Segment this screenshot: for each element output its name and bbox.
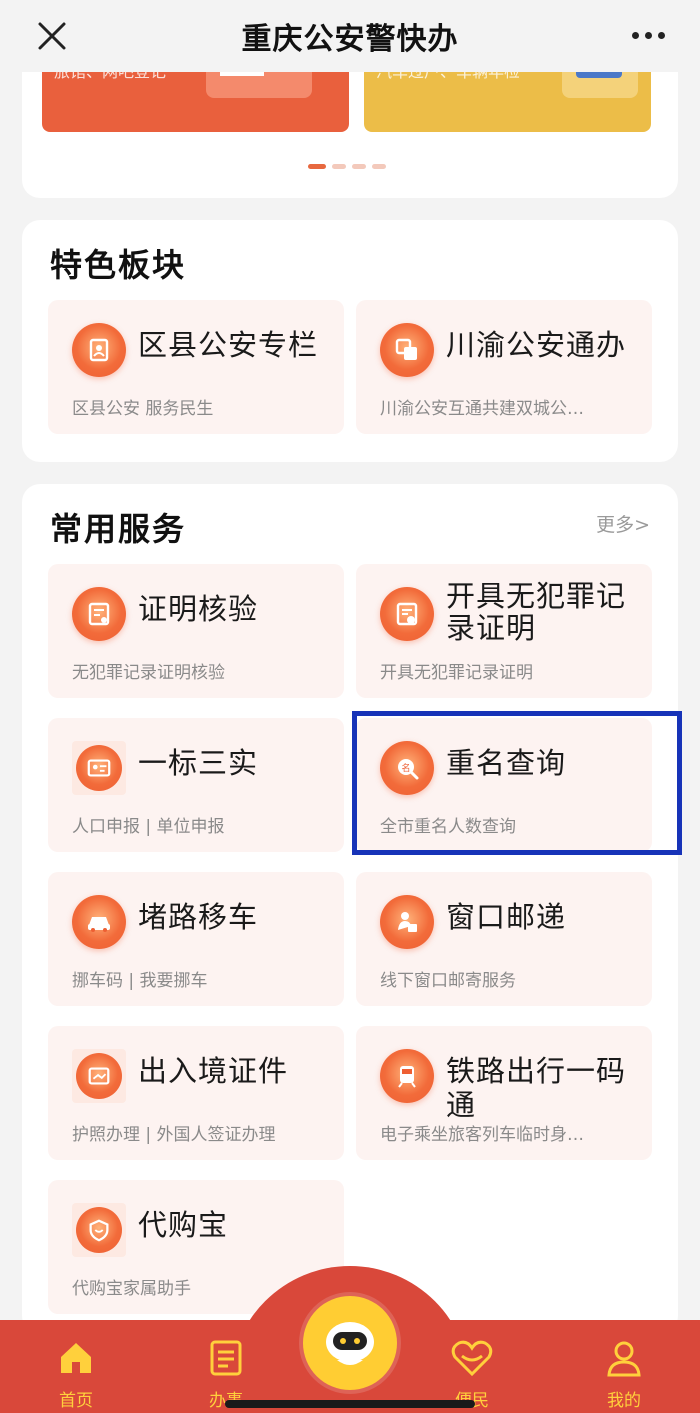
tab-label: 我的	[607, 1391, 641, 1411]
page-title: 重庆公安警快办	[241, 22, 459, 57]
more-dot-icon	[657, 31, 665, 39]
tile-no-crime-record[interactable]: 开具无犯罪记录证明 开具无犯罪记录证明	[356, 564, 652, 698]
featured-section: 特色板块 区县公安专栏 区县公安 服务民生 川渝公安通办 川渝公安互通共建双城公…	[22, 220, 678, 462]
car-icon	[72, 895, 126, 949]
tile-desc: 线下窗口邮寄服务	[380, 971, 516, 991]
more-dot-icon	[644, 31, 652, 39]
record-document-icon	[380, 587, 434, 641]
tile-desc: 开具无犯罪记录证明	[380, 663, 533, 683]
carousel-indicator	[308, 164, 386, 169]
tile-desc: 全市重名人数查询	[380, 817, 516, 837]
tile-name: 重名查询	[446, 746, 567, 780]
home-icon	[61, 1343, 91, 1373]
robot-icon	[326, 1322, 374, 1365]
tile-window-mail[interactable]: 窗口邮递 线下窗口邮寄服务	[356, 872, 652, 1006]
tile-name: 区县公安专栏	[138, 328, 319, 362]
name-search-icon: 名	[380, 741, 434, 795]
overlap-squares-icon	[380, 323, 434, 377]
train-icon	[380, 1049, 434, 1103]
tile-desc: 川渝公安互通共建双城公…	[380, 399, 584, 419]
tile-one-standard-three-real[interactable]: 一标三实 人口申报 | 单位申报	[48, 718, 344, 852]
tile-desc: 无犯罪记录证明核验	[72, 663, 225, 683]
tab-mine[interactable]: 我的	[584, 1338, 664, 1413]
id-card-icon	[72, 741, 126, 795]
tile-name: 川渝公安通办	[446, 328, 627, 362]
tile-name: 开具无犯罪记录证明	[446, 579, 627, 645]
tile-name: 出入境证件	[138, 1054, 289, 1088]
tile-desc: 人口申报 | 单位申报	[72, 817, 225, 837]
common-title: 常用服务	[50, 510, 187, 548]
user-icon	[607, 1341, 641, 1377]
carousel-dot	[352, 164, 366, 169]
smile-shield-icon	[72, 1203, 126, 1257]
more-link[interactable]: 更多>	[596, 510, 650, 537]
tile-name: 代购宝	[138, 1208, 229, 1242]
featured-title: 特色板块	[50, 246, 187, 284]
home-indicator	[225, 1400, 475, 1408]
tile-desc: 护照办理 | 外国人签证办理	[72, 1125, 276, 1145]
certificate-icon	[72, 587, 126, 641]
tile-name: 铁路出行一码通	[446, 1054, 627, 1122]
nav-header: 重庆公安警快办	[0, 0, 700, 72]
close-button[interactable]	[30, 14, 74, 58]
carousel-dot-active	[308, 164, 326, 169]
tile-railway-code[interactable]: 铁路出行一码通 电子乘坐旅客列车临时身…	[356, 1026, 652, 1160]
more-menu-button[interactable]	[626, 20, 670, 50]
tile-desc: 挪车码 | 我要挪车	[72, 971, 208, 991]
tab-label: 首页	[59, 1391, 93, 1411]
common-services-section: 常用服务 更多> 证明核验 无犯罪记录证明核验 开具无犯罪记录证明 开具无犯罪记…	[22, 484, 678, 1334]
svg-text:名: 名	[401, 762, 410, 774]
tile-name: 堵路移车	[138, 900, 259, 934]
more-dot-icon	[631, 31, 639, 39]
tile-name: 一标三实	[138, 746, 259, 780]
tile-certificate-verify[interactable]: 证明核验 无犯罪记录证明核验	[48, 564, 344, 698]
assistant-robot-button[interactable]	[303, 1296, 397, 1390]
tile-name: 窗口邮递	[446, 900, 567, 934]
courier-icon	[380, 895, 434, 949]
tab-home[interactable]: 首页	[36, 1338, 116, 1413]
tile-sichuan-chongqing[interactable]: 川渝公安通办 川渝公安互通共建双城公…	[356, 300, 652, 434]
document-icon	[210, 1340, 242, 1376]
tile-district-police[interactable]: 区县公安专栏 区县公安 服务民生	[48, 300, 344, 434]
tile-move-car[interactable]: 堵路移车 挪车码 | 我要挪车	[48, 872, 344, 1006]
tile-exit-entry[interactable]: 出入境证件 护照办理 | 外国人签证办理	[48, 1026, 344, 1160]
document-person-icon	[72, 323, 126, 377]
app-page: 旅馆、网吧登记 汽车过户、车辆年检 重庆公安警快办 特色板块	[0, 0, 700, 1413]
tile-name: 证明核验	[138, 592, 259, 626]
heart-icon	[451, 1340, 493, 1377]
carousel-dot	[372, 164, 386, 169]
tile-desc: 电子乘坐旅客列车临时身…	[380, 1125, 584, 1145]
carousel-dot	[332, 164, 346, 169]
tile-desc: 区县公安 服务民生	[72, 399, 214, 419]
passport-icon	[72, 1049, 126, 1103]
close-icon	[38, 22, 66, 50]
tile-duplicate-name-query[interactable]: 名 重名查询 全市重名人数查询	[356, 718, 652, 852]
